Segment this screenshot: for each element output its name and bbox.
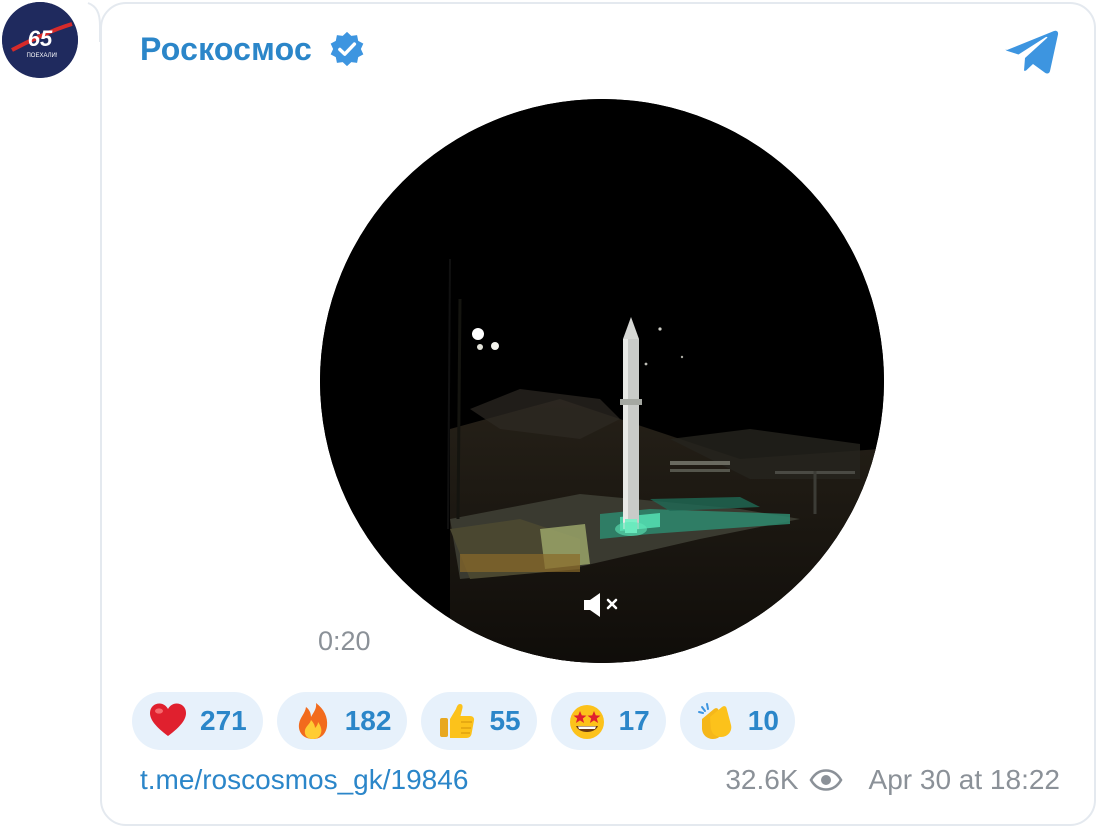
verified-badge-icon — [330, 31, 364, 67]
telegram-icon[interactable] — [1004, 28, 1060, 76]
channel-name[interactable]: Роскосмос — [140, 31, 312, 68]
fire-icon — [298, 703, 327, 739]
reaction-fire[interactable]: 182 — [276, 692, 408, 750]
reactions-bar: 271 182 55 17 10 — [132, 692, 795, 750]
clapping-hands-icon — [697, 703, 732, 739]
post-meta: 32.6K Apr 30 at 18:22 — [725, 764, 1060, 796]
video-frame — [320, 99, 884, 663]
speaker-muted-icon[interactable] — [582, 593, 626, 617]
reaction-count: 271 — [200, 705, 247, 736]
reaction-clapping-hands[interactable]: 10 — [679, 692, 795, 750]
star-struck-icon — [569, 705, 604, 739]
video-duration: 0:20 — [318, 626, 371, 656]
channel-avatar[interactable]: 65 ПОЕХАЛИ! — [2, 2, 78, 78]
reaction-count: 55 — [489, 705, 521, 736]
eye-icon — [809, 769, 843, 791]
message-card: Роскосмос 0:20 271 182 55 17 10 t.me/ros… — [100, 2, 1096, 826]
avatar-number: 65 — [28, 26, 53, 51]
view-count: 32.6K — [725, 764, 799, 795]
red-heart-icon — [150, 703, 186, 736]
reaction-count: 17 — [618, 705, 650, 736]
reaction-count: 182 — [344, 705, 392, 736]
reaction-heart[interactable]: 271 — [132, 692, 263, 750]
avatar-caption: ПОЕХАЛИ! — [26, 53, 57, 59]
post-link[interactable]: t.me/roscosmos_gk/19846 — [140, 764, 468, 796]
reaction-count: 10 — [747, 705, 779, 736]
message-header: Роскосмос — [140, 30, 366, 68]
video-message[interactable] — [320, 99, 884, 663]
reaction-thumbs-up[interactable]: 55 — [421, 692, 537, 750]
post-date: Apr 30 at 18:22 — [868, 764, 1060, 795]
reaction-star-struck[interactable]: 17 — [550, 692, 666, 750]
thumbs-up-icon — [440, 704, 475, 738]
avatar-logo: 65 ПОЕХАЛИ! — [2, 2, 78, 78]
